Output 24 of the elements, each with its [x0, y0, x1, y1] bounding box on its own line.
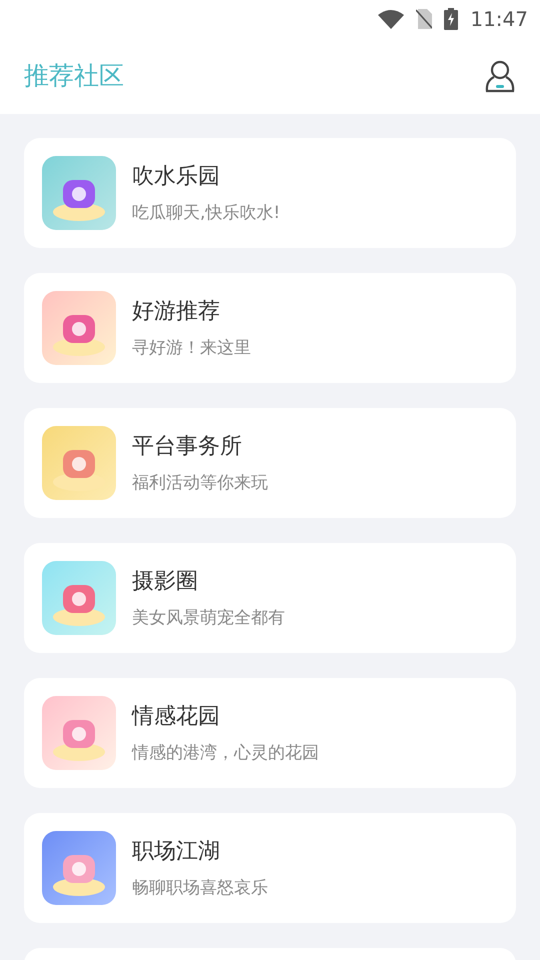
community-title: 好游推荐: [132, 298, 221, 326]
battery-charging-icon: [444, 8, 458, 30]
community-card[interactable]: 情感花园 情感的港湾，心灵的花园: [24, 678, 516, 788]
no-sim-icon: [416, 9, 432, 29]
profile-icon[interactable]: [484, 59, 516, 93]
community-card[interactable]: 摄影圈 美女风景萌宠全都有: [24, 543, 516, 653]
community-subtitle: 美女风景萌宠全都有: [132, 606, 285, 630]
community-subtitle: 畅聊职场喜怒哀乐: [132, 876, 268, 900]
community-card[interactable]: 职场江湖 畅聊职场喜怒哀乐: [24, 813, 516, 923]
community-title: 吹水乐园: [132, 162, 221, 191]
community-card[interactable]: 好游推荐 寻好游！来这里: [24, 273, 516, 383]
community-title: 职场江湖: [132, 838, 221, 866]
community-subtitle: 吃瓜聊天,快乐吹水!: [132, 202, 280, 225]
page-title: 推荐社区: [24, 60, 124, 92]
community-subtitle: 情感的港湾，心灵的花园: [132, 742, 319, 765]
community-title: 平台事务所: [132, 432, 243, 461]
community-title: 情感花园: [132, 702, 221, 731]
status-time: 11:47: [470, 6, 528, 33]
wifi-icon: [378, 9, 404, 29]
community-title: 摄影圈: [132, 568, 199, 596]
community-subtitle: 寻好游！来这里: [132, 336, 251, 360]
community-card[interactable]: 平台事务所 福利活动等你来玩: [24, 408, 516, 518]
community-subtitle: 福利活动等你来玩: [132, 472, 268, 495]
community-card[interactable]: 吹水乐园 吃瓜聊天,快乐吹水!: [24, 138, 516, 248]
